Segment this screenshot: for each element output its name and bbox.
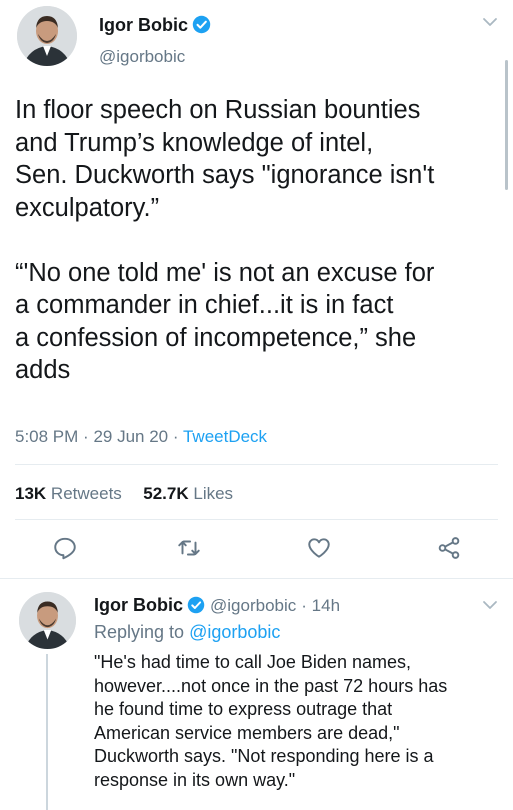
meta-separator: · xyxy=(172,427,179,446)
tweet-meta: 5:08 PM · 29 Jun 20 · TweetDeck xyxy=(15,427,267,447)
scrollbar[interactable] xyxy=(505,60,508,190)
retweets-label: Retweets xyxy=(50,484,122,503)
tweet-time[interactable]: 5:08 PM xyxy=(15,427,78,446)
tweet-text: In floor speech on Russian bounties and … xyxy=(15,96,435,384)
tweet-client-link[interactable]: TweetDeck xyxy=(183,427,267,446)
reply-author-avatar[interactable] xyxy=(19,592,76,649)
likes-label: Likes xyxy=(193,484,234,503)
share-icon xyxy=(436,535,462,566)
chevron-down-icon[interactable] xyxy=(481,15,499,34)
reply-button[interactable] xyxy=(49,534,81,566)
divider xyxy=(0,578,513,579)
replying-prefix: Replying to xyxy=(94,622,185,642)
tweet-stats: 13K Retweets 52.7K Likes xyxy=(15,484,233,504)
author-avatar[interactable] xyxy=(17,6,77,66)
heart-icon xyxy=(306,535,332,566)
author-handle[interactable]: @igorbobic xyxy=(99,47,185,67)
author-name-row[interactable]: Igor Bobic xyxy=(99,15,211,39)
replying-to: Replying to @igorbobic xyxy=(94,622,280,643)
reply-age[interactable]: · 14h xyxy=(301,596,340,615)
reply-icon xyxy=(52,535,78,566)
reply-text: "He's had time to call Joe Biden names, … xyxy=(94,652,448,790)
retweet-icon xyxy=(176,535,202,566)
retweets-count: 13K xyxy=(15,484,47,503)
divider xyxy=(15,519,498,520)
verified-badge-icon xyxy=(187,596,205,619)
meta-separator: · xyxy=(83,427,89,446)
divider xyxy=(15,464,498,465)
reply-author-handle[interactable]: @igorbobic xyxy=(210,596,296,615)
author-name[interactable]: Igor Bobic xyxy=(99,15,188,35)
reply-header: Igor Bobic @igorbobic · 14h xyxy=(94,595,340,619)
retweet-button[interactable] xyxy=(173,534,205,566)
retweets-stat[interactable]: 13K Retweets xyxy=(15,484,122,503)
like-button[interactable] xyxy=(303,534,335,566)
chevron-down-icon[interactable] xyxy=(481,598,499,617)
thread-line xyxy=(46,654,48,810)
share-button[interactable] xyxy=(433,534,465,566)
likes-count: 52.7K xyxy=(143,484,189,503)
likes-stat[interactable]: 52.7K Likes xyxy=(143,484,233,503)
replying-handle-link[interactable]: @igorbobic xyxy=(189,622,280,642)
reply-author-name[interactable]: Igor Bobic xyxy=(94,595,183,615)
verified-badge-icon xyxy=(192,15,211,39)
tweet-date[interactable]: 29 Jun 20 xyxy=(93,427,168,446)
